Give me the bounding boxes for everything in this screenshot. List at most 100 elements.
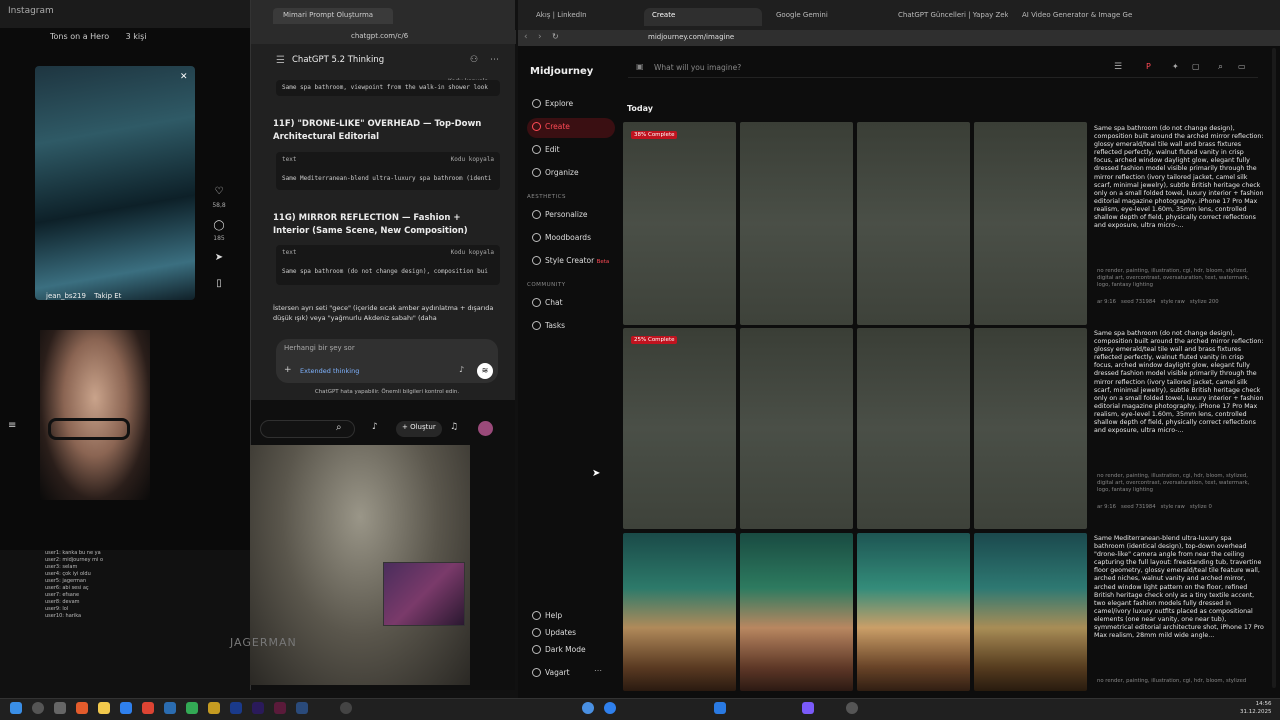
copy-code-button[interactable]: Kodu kopyala bbox=[451, 156, 494, 163]
brave-icon[interactable] bbox=[76, 702, 88, 714]
app-icon[interactable] bbox=[186, 702, 198, 714]
imagine-input[interactable]: What will you imagine? bbox=[654, 63, 741, 72]
image-tile[interactable] bbox=[974, 328, 1087, 529]
account-more-icon[interactable]: ⋯ bbox=[594, 666, 602, 675]
notifications-icon[interactable]: ♫ bbox=[450, 422, 458, 432]
nav-moodboards[interactable]: Moodboards bbox=[527, 229, 615, 249]
nav-personalize[interactable]: Personalize bbox=[527, 206, 615, 226]
username[interactable]: jean_bs219 bbox=[46, 292, 86, 300]
start-icon[interactable] bbox=[10, 702, 22, 714]
mic-icon[interactable]: ♪ bbox=[372, 422, 378, 432]
folder-icon[interactable]: ▭ bbox=[1238, 62, 1246, 71]
clock[interactable]: 14:56 31.12.2025 bbox=[1240, 700, 1272, 716]
extended-thinking-toggle[interactable]: Extended thinking bbox=[300, 367, 359, 375]
image-tile[interactable] bbox=[740, 122, 853, 325]
image-tile[interactable] bbox=[857, 122, 970, 325]
share-icon[interactable]: ➤ bbox=[212, 252, 226, 263]
nav-tasks[interactable]: Tasks bbox=[527, 317, 615, 337]
app-icon[interactable] bbox=[296, 702, 308, 714]
follow-button[interactable]: Takip Et bbox=[94, 292, 121, 300]
chat-icon[interactable]: ▢ bbox=[1192, 62, 1200, 71]
image-tile[interactable] bbox=[740, 328, 853, 529]
save-icon[interactable]: ▯ bbox=[212, 278, 226, 289]
create-button[interactable]: + Oluştur bbox=[396, 421, 442, 437]
more-icon[interactable]: ⋯ bbox=[490, 55, 499, 65]
image-tile[interactable] bbox=[857, 328, 970, 529]
reload-icon[interactable]: ↻ bbox=[552, 32, 559, 41]
nav-chat[interactable]: Chat bbox=[527, 294, 615, 314]
tab-label: Google Gemini bbox=[776, 11, 828, 19]
settings-icon[interactable]: ☰ bbox=[1114, 62, 1122, 72]
nav-style-creator[interactable]: Style Creator Beta bbox=[527, 252, 617, 272]
comment-icon[interactable]: ◯ bbox=[212, 220, 226, 231]
sparkle-icon bbox=[532, 210, 541, 219]
image-tile[interactable] bbox=[623, 533, 736, 691]
app-icon[interactable] bbox=[274, 702, 286, 714]
search-icon[interactable]: ⌕ bbox=[336, 422, 342, 433]
tab-ai-video[interactable]: AI Video Generator & Image Generat bbox=[1014, 8, 1132, 26]
chrome-icon[interactable] bbox=[582, 702, 594, 714]
chat-line: user2: midjourney mi o bbox=[45, 557, 104, 563]
mj-logo[interactable]: Midjourney bbox=[530, 66, 593, 77]
image-tile[interactable] bbox=[740, 533, 853, 691]
app-icon[interactable] bbox=[802, 702, 814, 714]
premiere-icon[interactable] bbox=[252, 702, 264, 714]
mic-icon[interactable]: ♪ bbox=[459, 365, 464, 374]
prompt-input[interactable]: Herhangi bir şey sor bbox=[284, 344, 355, 352]
search-icon[interactable] bbox=[32, 702, 44, 714]
app-icon[interactable] bbox=[142, 702, 154, 714]
like-icon[interactable]: ♡ bbox=[212, 186, 226, 197]
model-selector[interactable]: ChatGPT 5.2 Thinking bbox=[292, 55, 384, 65]
image-tile[interactable] bbox=[623, 122, 736, 325]
nav-dark-mode[interactable]: Dark Mode bbox=[527, 641, 615, 661]
tab-linkedin[interactable]: Akış | LinkedIn bbox=[528, 8, 632, 26]
nav-edit[interactable]: Edit bbox=[527, 141, 615, 161]
sidebar-icon[interactable]: ☰ bbox=[276, 55, 285, 66]
image-tile[interactable] bbox=[857, 533, 970, 691]
personalize-icon[interactable]: P bbox=[1146, 62, 1151, 71]
menu-icon[interactable]: ≡ bbox=[8, 420, 16, 431]
audio-label[interactable]: Tons on a Hero bbox=[50, 32, 109, 41]
chatgpt-url[interactable]: chatgpt.com/c/6 bbox=[251, 30, 516, 44]
tab-gemini[interactable]: Google Gemini bbox=[768, 8, 880, 26]
nav-explore[interactable]: Explore bbox=[527, 95, 615, 115]
forward-icon[interactable]: › bbox=[538, 32, 542, 42]
vscode-icon[interactable] bbox=[714, 702, 726, 714]
image-tile[interactable] bbox=[974, 122, 1087, 325]
prompt-text[interactable]: Same spa bathroom (do not change design)… bbox=[1094, 330, 1264, 466]
nav-create[interactable]: Create bbox=[527, 118, 615, 138]
back-icon[interactable]: ‹ bbox=[524, 32, 528, 42]
image-tile[interactable] bbox=[623, 328, 736, 529]
account-icon[interactable]: ⚇ bbox=[470, 55, 478, 65]
app-icon[interactable] bbox=[846, 702, 858, 714]
chatgpt-tab[interactable]: Mimari Prompt Oluşturma bbox=[273, 8, 393, 24]
voice-mode-button[interactable]: ≋ bbox=[477, 363, 493, 379]
reel-video[interactable] bbox=[35, 66, 195, 300]
nav-organize[interactable]: Organize bbox=[527, 164, 615, 184]
app-icon[interactable] bbox=[340, 702, 352, 714]
copy-code-button[interactable]: Kodu kopyala bbox=[451, 249, 494, 256]
sparkle-icon[interactable]: ✦ bbox=[1172, 62, 1179, 71]
app-icon[interactable] bbox=[604, 702, 616, 714]
app-icon[interactable] bbox=[164, 702, 176, 714]
image-icon[interactable]: ▣ bbox=[636, 62, 644, 71]
app-icon[interactable] bbox=[208, 702, 220, 714]
reel-user[interactable]: jean_bs219 Takip Et bbox=[46, 292, 121, 300]
prompt-text[interactable]: Same Mediterranean-blend ultra-luxury sp… bbox=[1094, 535, 1264, 671]
url-input[interactable]: midjourney.com/imagine bbox=[648, 33, 1088, 44]
tab-chatgpt[interactable]: ChatGPT Güncelleri | Yapay Zekalı Gö bbox=[890, 8, 1008, 26]
prompt-text[interactable]: Same spa bathroom (do not change design)… bbox=[1094, 125, 1264, 261]
tab-label: ChatGPT Güncelleri | Yapay Zekalı Gö bbox=[898, 11, 1008, 19]
tab-create[interactable]: Create bbox=[644, 8, 762, 26]
collab-label[interactable]: 3 kişi bbox=[126, 32, 147, 41]
search-icon[interactable]: ⌕ bbox=[1218, 62, 1223, 72]
explorer-icon[interactable] bbox=[98, 702, 110, 714]
image-tile[interactable] bbox=[974, 533, 1087, 691]
avatar[interactable] bbox=[478, 421, 493, 436]
app-icon[interactable] bbox=[120, 702, 132, 714]
task-view-icon[interactable] bbox=[54, 702, 66, 714]
add-icon[interactable]: + bbox=[284, 365, 292, 375]
photoshop-icon[interactable] bbox=[230, 702, 242, 714]
scrollbar[interactable] bbox=[1272, 48, 1276, 688]
mute-icon[interactable]: ✕ bbox=[180, 72, 188, 82]
